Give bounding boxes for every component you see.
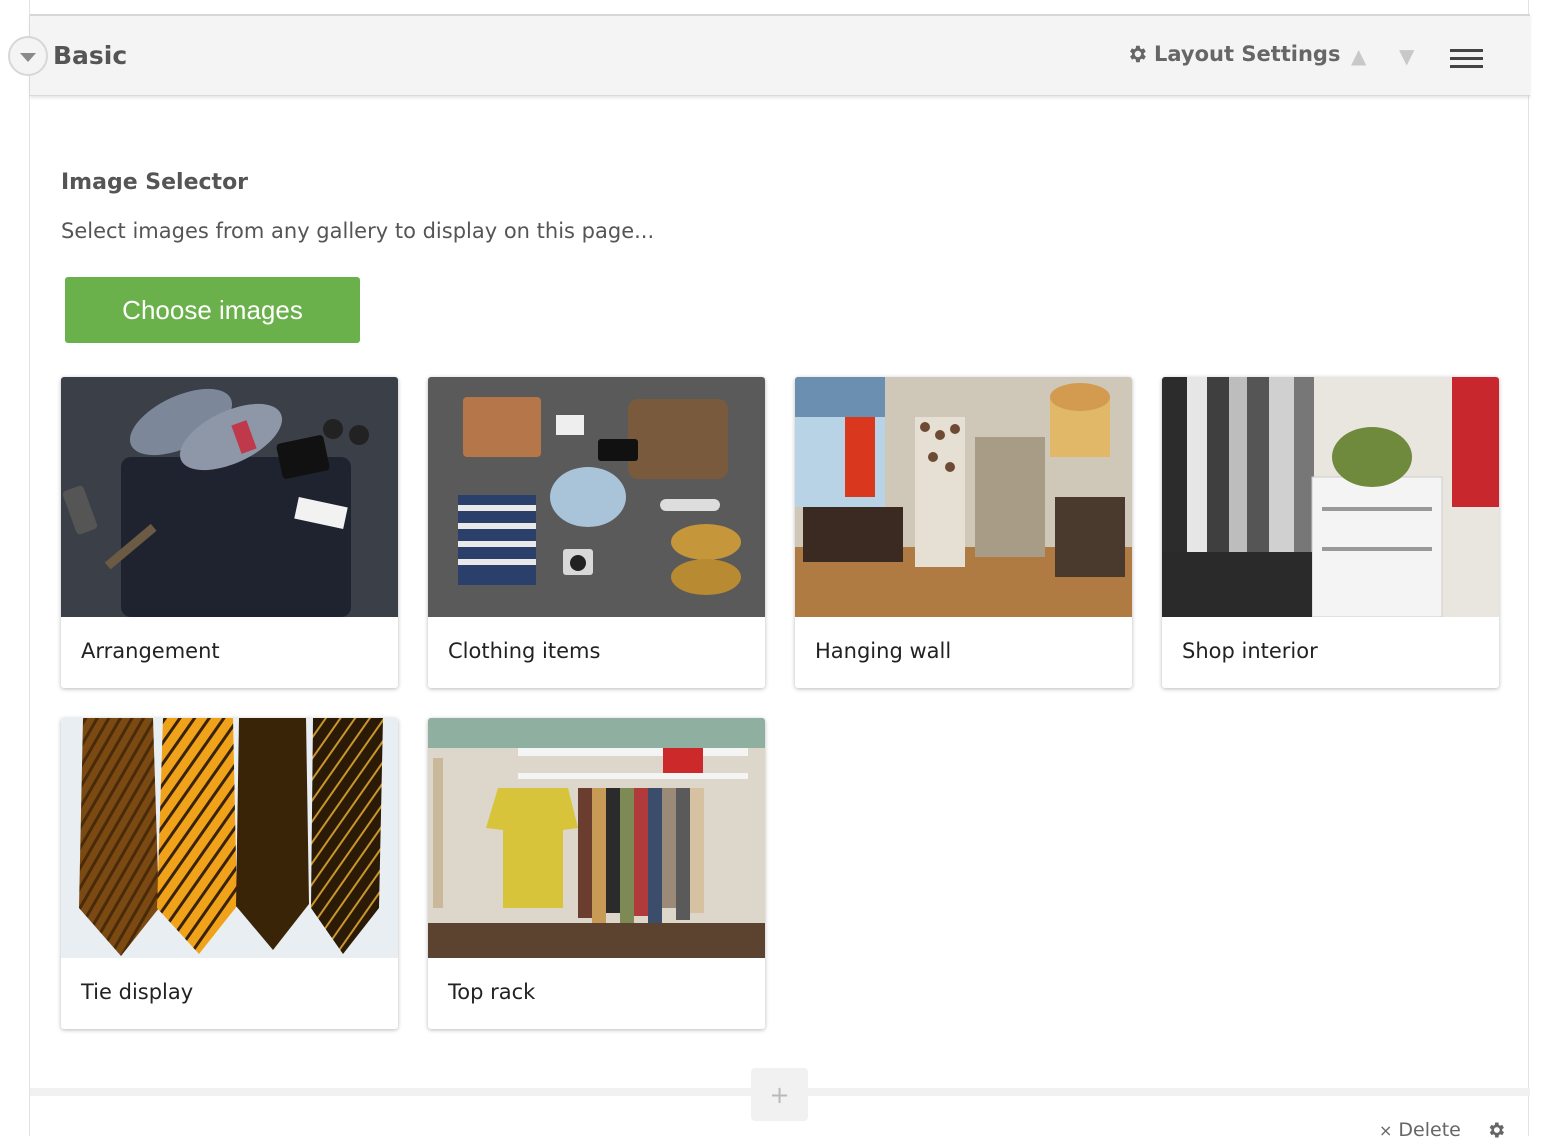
collapse-toggle-button[interactable] <box>8 36 48 76</box>
image-caption: Shop interior <box>1182 639 1318 663</box>
arrangement-image <box>61 377 398 617</box>
move-down-button[interactable]: ▼ <box>1399 46 1414 66</box>
gear-icon <box>1130 45 1146 63</box>
image-card-shop-interior[interactable]: Shop interior <box>1162 377 1499 688</box>
layout-settings-button[interactable]: Layout Settings <box>1126 42 1340 66</box>
chevron-down-icon <box>20 52 36 62</box>
image-card-hanging-wall[interactable]: Hanging wall <box>795 377 1132 688</box>
delete-label: Delete <box>1398 1119 1461 1141</box>
top-rack-image <box>428 718 765 958</box>
image-caption: Arrangement <box>81 639 220 663</box>
image-caption: Clothing items <box>448 639 601 663</box>
close-icon: × <box>1379 1120 1393 1140</box>
gear-icon[interactable] <box>1486 1120 1506 1140</box>
layout-settings-label: Layout Settings <box>1154 42 1341 66</box>
shop-interior-image <box>1162 377 1499 617</box>
content-block-frame: Basic Layout Settings ▲ ▼ Image Selector… <box>8 0 1530 1141</box>
block-header: Basic Layout Settings ▲ ▼ <box>8 14 1530 96</box>
hanging-wall-image <box>795 377 1132 617</box>
section-title: Image Selector <box>61 170 249 195</box>
image-card-arrangement[interactable]: Arrangement <box>61 377 398 688</box>
image-caption: Top rack <box>448 980 536 1004</box>
hamburger-menu-icon[interactable] <box>1450 49 1483 69</box>
move-up-button[interactable]: ▲ <box>1351 46 1366 66</box>
add-block-button[interactable]: + <box>751 1068 808 1121</box>
image-caption: Tie display <box>81 980 194 1004</box>
clothing-items-image <box>428 377 765 617</box>
block-title: Basic <box>53 41 128 70</box>
delete-button[interactable]: × Delete <box>1379 1119 1461 1141</box>
image-card-top-rack[interactable]: Top rack <box>428 718 765 1029</box>
tie-display-image <box>61 718 398 958</box>
choose-images-button[interactable]: Choose images <box>65 277 360 343</box>
image-caption: Hanging wall <box>815 639 952 663</box>
section-description: Select images from any gallery to displa… <box>61 219 655 243</box>
image-card-tie-display[interactable]: Tie display <box>61 718 398 1029</box>
image-card-clothing-items[interactable]: Clothing items <box>428 377 765 688</box>
